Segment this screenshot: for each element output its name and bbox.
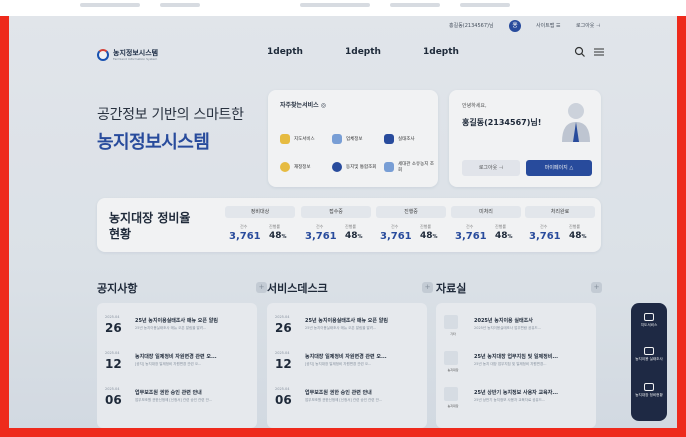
- status-received[interactable]: 접수중 건수 진행률 3,761 48%: [301, 206, 371, 246]
- service-desk-more-button[interactable]: +: [422, 282, 433, 293]
- quick-item-search[interactable]: 동지및 통합조회: [332, 158, 382, 176]
- notice-more-button[interactable]: +: [256, 282, 267, 293]
- service-desk-title: 서비스데스크: [267, 282, 328, 295]
- floating-quick-bar: 지도서비스 농지이용 실태조사 농지대장 정비현황: [631, 303, 667, 421]
- status-rate: 48%: [269, 231, 287, 241]
- status-rate: 48%: [569, 231, 587, 241]
- quick-item-map[interactable]: 지도서비스: [280, 130, 330, 148]
- list-item[interactable]: 기타 2025년 농지이용 실태조사 2025년 농지이용실태조사 업무편람 공유…: [444, 315, 594, 343]
- map-icon: [644, 313, 654, 321]
- page: 홍길동(2134567)님 홍 사이트맵 ☰ 로그아웃 ⊣ 농지정보시스템 Fa…: [9, 16, 677, 428]
- user-illustration-icon: [562, 103, 590, 142]
- hamburger-menu-icon[interactable]: [593, 46, 605, 58]
- search-icon[interactable]: [574, 46, 586, 58]
- list-item[interactable]: 2025.04 26 25년 농지이용실태조사 매뉴 오픈 알림 25년 농지이용실…: [275, 315, 425, 343]
- user-greeting: 홍길동(2134567)님: [449, 23, 494, 29]
- status-target[interactable]: 정비대상 건수 진행률 3,761 48%: [225, 206, 295, 246]
- data-room-more-button[interactable]: +: [591, 282, 602, 293]
- nav-item-3[interactable]: 1depth: [423, 47, 459, 57]
- quick-services-title: 자주찾는서비스 ◎: [280, 102, 326, 109]
- logo-mark[interactable]: [97, 49, 109, 61]
- check-icon: 처리완료: [525, 206, 595, 218]
- list-item[interactable]: 2025.04 12 농지대장 일제정비 자원변경 관련 오... [공지] 농지대…: [105, 351, 255, 379]
- status-unprocessed[interactable]: 미처리 건수 진행률 3,761 48%: [451, 206, 521, 246]
- list-item[interactable]: 2025.04 26 25년 농지이용실태조사 매뉴 오픈 알림 25년 농지이용실…: [105, 315, 255, 343]
- sitemap-link[interactable]: 사이트맵 ☰: [536, 22, 560, 29]
- file-icon: [444, 315, 458, 329]
- building-icon: [332, 134, 342, 144]
- quick-item-survey[interactable]: 실태조사: [384, 130, 434, 148]
- finance-icon: [280, 162, 290, 172]
- wrench-icon: 정비대상: [225, 206, 295, 218]
- quick-item-owned-land[interactable]: 세대관 소유농지 조회: [384, 158, 434, 176]
- avatar[interactable]: 홍: [509, 20, 521, 32]
- user-card: 안녕하세요, 홍길동(2134567)님! 로그아웃 ⊣ 마이페이지 △: [449, 90, 601, 187]
- service-desk-board: 2025.04 26 25년 농지이용실태조사 매뉴 오픈 알림 25년 농지이용실…: [267, 303, 427, 428]
- survey-icon: [644, 347, 654, 355]
- hero-subtitle: 공간정보 기반의 스마트한: [97, 107, 244, 123]
- inbox-icon: 접수중: [301, 206, 371, 218]
- list-item[interactable]: 2025.04 12 농지대장 일제정비 자원변경 관련 오... [공지] 농지대…: [275, 351, 425, 379]
- quickbar-status[interactable]: 농지대장 정비현황: [631, 383, 667, 398]
- status-title: 농지대장 정비율 현황: [109, 211, 191, 241]
- quickbar-map[interactable]: 지도서비스: [631, 313, 667, 328]
- status-count: 3,761: [380, 231, 412, 242]
- user-name: 홍길동(2134567)님!: [462, 118, 542, 127]
- list-item[interactable]: 농지대장 25년 상반기 농지정보 사용자 교육자... 25년 상반기 농지정보…: [444, 387, 594, 415]
- status-count: 3,761: [229, 231, 261, 242]
- survey-icon: [384, 134, 394, 144]
- quick-services-card: 자주찾는서비스 ◎ 지도서비스 업체정보 실태조사 재정정보 동지및 통합조회 …: [268, 90, 438, 187]
- list-item[interactable]: 농지대장 25년 농지대장 업무지침 및 일제정비... 25년 농지 대장 업무…: [444, 351, 594, 379]
- status-count: 3,761: [529, 231, 561, 242]
- list-item[interactable]: 2025.04 06 업무보조원 권한 승인 관련 안내 업무보조원 권한신청에 […: [275, 387, 425, 415]
- document-icon: [384, 162, 394, 172]
- pending-icon: 미처리: [451, 206, 521, 218]
- search-globe-icon: [332, 162, 342, 172]
- list-item[interactable]: 2025.04 06 업무보조원 권한 승인 관련 안내 업무보조원 권한신청에 […: [105, 387, 255, 415]
- land-ledger-status-card: 농지대장 정비율 현황 정비대상 건수 진행률 3,761 48% 접수중 건수 진…: [97, 198, 601, 252]
- quick-item-finance[interactable]: 재정정보: [280, 158, 330, 176]
- status-completed[interactable]: 처리완료 건수 진행률 3,761 48%: [525, 206, 595, 246]
- map-icon: [280, 134, 290, 144]
- logout-link[interactable]: 로그아웃 ⊣: [576, 22, 600, 29]
- nav-item-1[interactable]: 1depth: [267, 47, 303, 57]
- status-rate: 48%: [495, 231, 513, 241]
- hero-title: 농지정보시스템: [97, 132, 210, 153]
- status-rate: 48%: [420, 231, 438, 241]
- quick-item-company[interactable]: 업체정보: [332, 130, 382, 148]
- logo-subtitle: Farmland Information System: [113, 57, 158, 61]
- mypage-button[interactable]: 마이페이지 △: [526, 160, 592, 176]
- status-count: 3,761: [455, 231, 487, 242]
- logout-button[interactable]: 로그아웃 ⊣: [462, 160, 520, 176]
- chart-icon: [644, 383, 654, 391]
- status-count: 3,761: [305, 231, 337, 242]
- data-room-title: 자료실: [436, 282, 467, 295]
- file-icon: [444, 351, 458, 365]
- notice-board: 2025.04 26 25년 농지이용실태조사 매뉴 오픈 알림 25년 농지이용실…: [97, 303, 257, 428]
- data-room-board: 기타 2025년 농지이용 실태조사 2025년 농지이용실태조사 업무편람 공유…: [436, 303, 596, 428]
- quickbar-survey[interactable]: 농지이용 실태조사: [631, 347, 667, 362]
- status-in-progress[interactable]: 진행중 건수 진행률 3,761 48%: [376, 206, 446, 246]
- top-strip: [0, 0, 686, 16]
- nav-item-2[interactable]: 1depth: [345, 47, 381, 57]
- greeting-text: 안녕하세요,: [462, 103, 487, 109]
- file-icon: [444, 387, 458, 401]
- status-rate: 48%: [345, 231, 363, 241]
- notice-title: 공지사항: [97, 282, 138, 295]
- progress-icon: 진행중: [376, 206, 446, 218]
